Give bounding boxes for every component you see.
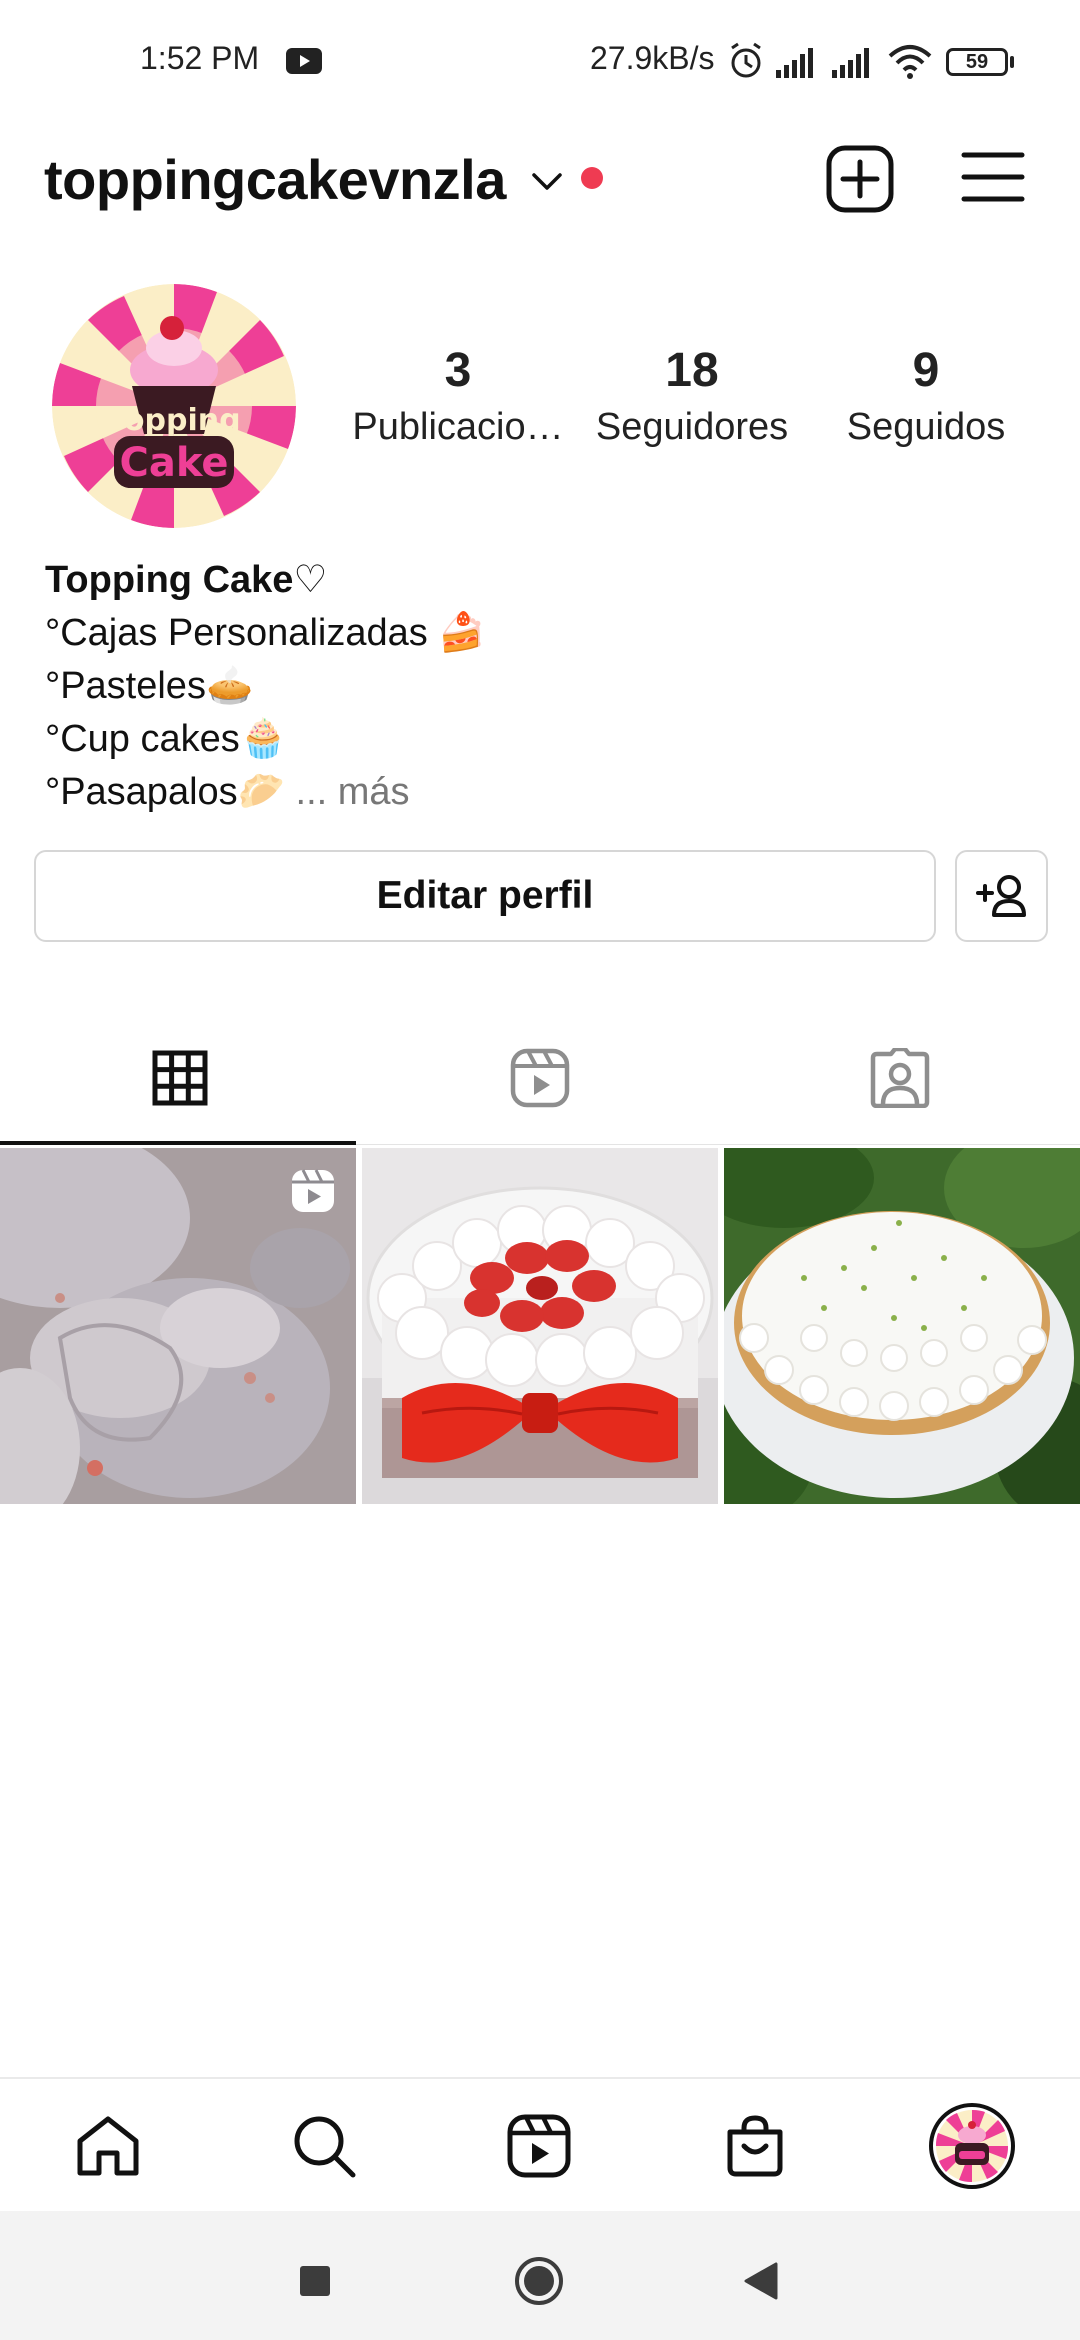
grid-icon [152, 1050, 208, 1105]
followers-count: 18 [665, 344, 719, 397]
active-tab-indicator [0, 1141, 356, 1145]
post-tile-photo[interactable] [362, 1148, 718, 1504]
avatar-logo-text-bottom: Cake [119, 440, 228, 486]
posts-count: 3 [444, 344, 472, 397]
signal-icon [832, 48, 869, 78]
youtube-icon [286, 48, 322, 79]
profile-avatar[interactable]: Topping Cake [52, 284, 296, 528]
strawberry-cake-photo [362, 1148, 718, 1504]
lime-pie-photo [724, 1148, 1080, 1504]
add-person-icon [975, 875, 1026, 917]
bio: Topping Cake♡ °Cajas Personalizadas 🍰 °P… [45, 553, 1045, 819]
create-post-button[interactable] [824, 143, 896, 215]
post-tile-photo[interactable] [724, 1148, 1080, 1504]
back-icon [744, 2262, 778, 2300]
notification-dot [581, 167, 603, 189]
following-label: Seguidos [846, 405, 1006, 448]
nav-search[interactable] [279, 2101, 369, 2191]
alarm-icon [731, 42, 761, 78]
edit-profile-button[interactable]: Editar perfil [34, 850, 936, 942]
profile-avatar [929, 2103, 1015, 2189]
chevron-down-icon[interactable] [531, 171, 563, 198]
posts-stat[interactable]: 3 Publicacio… [348, 344, 568, 449]
shop-icon [727, 2115, 783, 2177]
profile-tabs [0, 1010, 1080, 1145]
reels-icon [507, 2114, 571, 2178]
search-icon [294, 2116, 356, 2178]
username-switcher[interactable]: toppingcakevnzla [44, 147, 506, 212]
status-bar: 1:52 PM 27.9kB/s 59 [0, 0, 1080, 125]
home-system-button[interactable] [509, 2251, 569, 2311]
nav-profile[interactable] [927, 2101, 1017, 2191]
bio-last-line: °Pasapalos🥟 ... más [45, 766, 1045, 819]
network-speed: 27.9kB/s [590, 40, 715, 76]
tagged-icon [870, 1047, 930, 1108]
bio-more-link[interactable]: ... más [296, 771, 410, 813]
signal-icon [776, 48, 813, 78]
followers-label: Seguidores [595, 405, 789, 448]
reels-icon [510, 1048, 570, 1107]
wifi-icon [888, 45, 932, 79]
battery-icon: 59 [946, 48, 1008, 76]
nav-shop[interactable] [710, 2101, 800, 2191]
post-grid [0, 1148, 1080, 1504]
home-circle-icon [515, 2257, 563, 2305]
recents-icon [300, 2266, 330, 2296]
discover-people-button[interactable] [955, 850, 1048, 942]
tab-tagged[interactable] [720, 1010, 1080, 1145]
bottom-navigation [0, 2077, 1080, 2211]
recents-button[interactable] [285, 2251, 345, 2311]
status-time: 1:52 PM [140, 40, 260, 76]
bio-line: °Pasteles🥧 [45, 665, 254, 707]
home-icon [77, 2116, 139, 2176]
back-button[interactable] [731, 2251, 791, 2311]
nav-reels[interactable] [494, 2101, 584, 2191]
tab-reels[interactable] [360, 1010, 720, 1145]
menu-button[interactable] [960, 147, 1026, 207]
reel-badge-icon [292, 1169, 334, 1212]
bio-name: Topping Cake♡ [45, 559, 328, 601]
followers-stat[interactable]: 18 Seguidores [582, 344, 802, 449]
battery-tip [1010, 56, 1014, 68]
bio-line: °Pasapalos🥟 [45, 771, 285, 813]
posts-label: Publicacio… [352, 405, 564, 448]
following-count: 9 [912, 344, 940, 397]
nav-home[interactable] [63, 2101, 153, 2191]
plus-square-icon [826, 145, 894, 213]
tab-posts-grid[interactable] [0, 1010, 360, 1145]
hamburger-icon [961, 152, 1025, 202]
avatar-logo-text-top: Topping [107, 403, 240, 438]
system-navigation [0, 2211, 1080, 2340]
post-tile-reel[interactable] [0, 1148, 356, 1504]
bio-line: °Cajas Personalizadas 🍰 [45, 612, 486, 654]
profile-header: toppingcakevnzla [0, 125, 1080, 245]
following-stat[interactable]: 9 Seguidos [816, 344, 1036, 449]
bio-line: °Cup cakes🧁 [45, 718, 288, 760]
